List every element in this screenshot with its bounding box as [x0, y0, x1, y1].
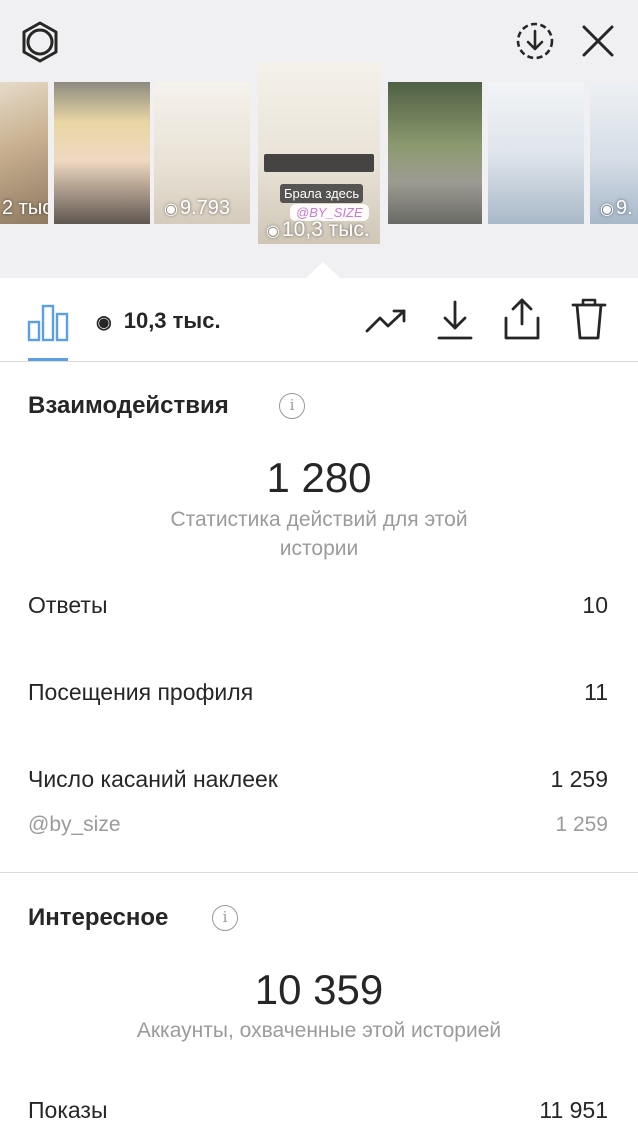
info-icon[interactable]: i: [279, 393, 305, 419]
eye-icon: ◉: [164, 201, 178, 218]
thumbnail-views: ◉ 9.: [600, 197, 633, 219]
thumbnail-views: ◉10,3 тыс.: [266, 218, 370, 241]
story-text-caption: [264, 154, 374, 172]
thumbnail-image: [388, 82, 482, 224]
sticker-taps-label: Число касаний наклеек: [28, 766, 278, 792]
share-icon[interactable]: [502, 296, 542, 342]
active-tab-indicator: [28, 358, 68, 361]
discovery-title: Интересное: [28, 904, 169, 931]
impressions-value: 11 951: [539, 1097, 608, 1123]
story-thumbnail[interactable]: 2 тыс: [0, 82, 48, 224]
profile-visits-label: Посещения профиля: [28, 679, 254, 705]
eye-icon: ◉: [600, 201, 614, 218]
download-icon[interactable]: [436, 298, 474, 342]
replies-value: 10: [582, 592, 608, 618]
trash-icon[interactable]: [570, 296, 608, 342]
thumbnail-image: [488, 82, 584, 224]
profile-visits-value: 11: [584, 679, 608, 705]
trending-up-icon[interactable]: [364, 306, 410, 336]
story-thumbnail[interactable]: [488, 82, 584, 224]
sticker-mention-value: 1 259: [555, 813, 608, 836]
bar-chart-icon[interactable]: [26, 300, 70, 342]
info-icon[interactable]: i: [212, 905, 238, 931]
thumbnail-views: ◉ 9.793: [164, 197, 231, 219]
discovery-total: 10 359: [254, 966, 384, 1013]
thumbnail-views: 2 тыс: [2, 197, 48, 219]
section-divider: [0, 872, 638, 873]
views-count: 10,3 тыс.: [123, 308, 221, 333]
replies-label: Ответы: [28, 592, 108, 618]
selected-pointer: [306, 262, 340, 278]
impressions-label: Показы: [28, 1097, 108, 1123]
story-location-caption: Брала здесь: [280, 184, 364, 203]
story-thumbnail[interactable]: ◉ 9.793: [154, 82, 250, 224]
story-thumbnail[interactable]: ◉ 9.: [590, 82, 638, 224]
sticker-taps-value: 1 259: [550, 766, 608, 792]
thumbnail-image: [54, 82, 150, 224]
views-summary: ◉ 10,3 тыс.: [96, 308, 221, 334]
story-strip: 2 тыс ◉ 9.793 Брала здесь @BY_SIZE ◉10,3 …: [0, 0, 638, 278]
story-thumbnail[interactable]: [54, 82, 150, 224]
interactions-total: 1 280: [266, 454, 372, 501]
interactions-title: Взаимодействия: [28, 392, 229, 419]
sticker-mention-label[interactable]: @by_size: [28, 813, 121, 837]
discovery-caption: Аккаунты, охваченные этой историей: [136, 1019, 502, 1042]
story-thumbnails: 2 тыс ◉ 9.793 Брала здесь @BY_SIZE ◉10,3 …: [0, 0, 638, 278]
story-thumbnail-selected[interactable]: Брала здесь @BY_SIZE ◉10,3 тыс.: [258, 62, 380, 244]
story-thumbnail[interactable]: [388, 82, 482, 224]
eye-icon: ◉: [96, 312, 112, 332]
insights-toolbar: ◉ 10,3 тыс.: [0, 278, 638, 362]
interactions-caption: Статистика действий для этой истории: [170, 508, 468, 560]
eye-icon: ◉: [266, 223, 280, 240]
